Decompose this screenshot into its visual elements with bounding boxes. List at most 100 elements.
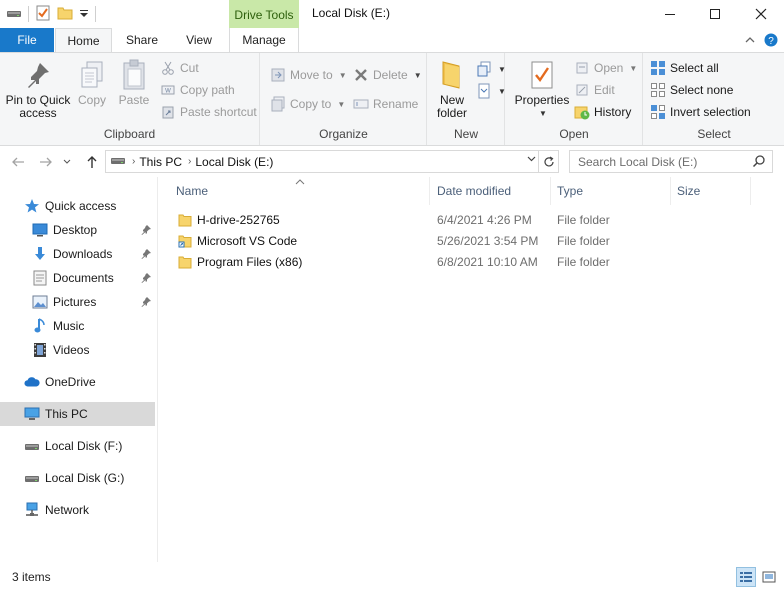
address-bar[interactable]: › This PC › Local Disk (E:) [105, 150, 559, 173]
file-date-modified: 6/8/2021 10:10 AM [437, 255, 538, 269]
new-folder-button[interactable]: New folder [432, 59, 472, 120]
pin-to-quick-access-button[interactable]: Pin to Quick access [4, 59, 72, 120]
invert-selection-button[interactable]: Invert selection [650, 102, 751, 122]
pin-icon[interactable] [141, 248, 151, 262]
table-row[interactable]: H-drive-252765 6/4/2021 4:26 PM File fol… [172, 210, 772, 231]
nav-item-videos[interactable]: Videos [0, 338, 155, 362]
computer-icon [24, 406, 40, 422]
chevron-up-icon [745, 37, 755, 43]
breadcrumb-separator-icon: › [132, 156, 136, 167]
paste-shortcut-icon [160, 104, 176, 120]
properties-button[interactable]: Properties ▼ [514, 59, 570, 120]
up-button[interactable] [82, 152, 102, 172]
tab-home[interactable]: Home [55, 28, 112, 53]
back-button[interactable] [8, 152, 28, 172]
select-none-label: Select none [670, 83, 734, 97]
open-label: Open [594, 61, 624, 75]
copy-button[interactable]: Copy [74, 59, 110, 107]
table-row[interactable]: Microsoft VS Code 5/26/2021 3:54 PM File… [172, 231, 772, 252]
nav-label: Downloads [53, 247, 113, 261]
nav-label: Quick access [45, 199, 117, 213]
paste-shortcut-button[interactable]: Paste shortcut [160, 102, 257, 122]
search-input[interactable]: Search Local Disk (E:) [569, 150, 773, 173]
minimize-button[interactable] [647, 0, 693, 28]
nav-item-pictures[interactable]: Pictures [0, 290, 155, 314]
breadcrumb-this-pc[interactable]: This PC [139, 155, 182, 169]
open-group: Properties ▼ Open ▼ Edit History Open [506, 53, 643, 145]
edit-button[interactable]: Edit [574, 80, 615, 100]
easy-access-button[interactable]: ▼ [476, 81, 506, 101]
nav-item-onedrive[interactable]: OneDrive [0, 370, 155, 394]
tab-view[interactable]: View [172, 28, 226, 52]
large-icons-view-button[interactable] [759, 567, 779, 587]
chevron-down-icon: ▼ [629, 63, 638, 73]
nav-item-downloads[interactable]: Downloads [0, 242, 155, 266]
drive-tools-header: Drive Tools [229, 0, 299, 28]
pin-icon[interactable] [141, 296, 151, 310]
maximize-button[interactable] [692, 0, 738, 28]
refresh-icon [543, 155, 554, 166]
column-header-type[interactable]: Type [551, 177, 671, 205]
nav-item-music[interactable]: Music [0, 314, 155, 338]
nav-item-local-disk-f[interactable]: Local Disk (F:) [0, 434, 155, 458]
breadcrumb-local-disk-e[interactable]: Local Disk (E:) [195, 155, 273, 169]
breadcrumb-separator-icon: › [188, 156, 192, 167]
tab-share[interactable]: Share [116, 28, 168, 52]
delete-button[interactable]: Delete ▼ [353, 65, 422, 85]
nav-item-local-disk-g[interactable]: Local Disk (G:) [0, 466, 155, 490]
navigation-pane: Quick access Desktop Downloads Documents [0, 177, 158, 562]
ribbon: Pin to Quick access Copy Paste Cut W Cop… [0, 52, 784, 146]
copy-path-button[interactable]: W Copy path [160, 80, 235, 100]
column-header-name[interactable]: Name [170, 177, 430, 205]
new-item-button[interactable]: ▼ [476, 59, 506, 79]
nav-label: Pictures [53, 295, 97, 309]
nav-label: This PC [45, 407, 88, 421]
customize-qat-icon[interactable] [79, 7, 89, 21]
cut-button[interactable]: Cut [160, 58, 199, 78]
nav-item-network[interactable]: Network [0, 498, 155, 522]
column-header-date-modified[interactable]: Date modified [431, 177, 551, 205]
refresh-button[interactable] [538, 151, 558, 172]
search-icon[interactable] [752, 154, 766, 171]
new-folder-label-line2: folder [436, 106, 468, 120]
details-view-button[interactable] [736, 567, 756, 587]
address-history-dropdown[interactable] [527, 154, 536, 164]
chevron-down-icon: ▼ [413, 70, 422, 80]
help-button[interactable]: ? [763, 32, 779, 48]
new-folder-icon[interactable] [57, 5, 73, 24]
drive-icon [24, 438, 40, 454]
select-all-button[interactable]: Select all [650, 58, 719, 78]
drive-icon [24, 470, 40, 486]
tab-file[interactable]: File [0, 28, 54, 52]
file-date-modified: 6/4/2021 4:26 PM [437, 213, 532, 227]
pin-icon[interactable] [141, 272, 151, 286]
forward-button[interactable] [36, 152, 56, 172]
nav-item-documents[interactable]: Documents [0, 266, 155, 290]
chevron-down-icon: ▼ [498, 64, 506, 74]
drive-icon[interactable] [6, 7, 22, 22]
nav-item-quick-access[interactable]: Quick access [0, 194, 155, 218]
history-button[interactable]: History [574, 102, 631, 122]
recent-locations-button[interactable] [60, 152, 74, 172]
film-icon [32, 342, 48, 358]
paste-button[interactable]: Paste [116, 59, 152, 107]
close-icon [755, 8, 767, 20]
organize-group: Move to ▼ Delete ▼ Copy to ▼ Rename Orga… [261, 53, 427, 145]
move-to-button[interactable]: Move to ▼ [270, 65, 347, 85]
collapse-ribbon-button[interactable] [742, 32, 758, 48]
copy-label: Copy [77, 93, 106, 107]
rename-button[interactable]: Rename [353, 94, 418, 114]
new-folder-icon [436, 59, 468, 91]
nav-item-this-pc[interactable]: This PC [0, 402, 155, 426]
copy-to-button[interactable]: Copy to ▼ [270, 94, 345, 114]
select-none-button[interactable]: Select none [650, 80, 733, 100]
minimize-icon [665, 14, 675, 15]
pin-icon[interactable] [141, 224, 151, 238]
column-header-size[interactable]: Size [671, 177, 751, 205]
tab-manage[interactable]: Manage [229, 28, 299, 52]
table-row[interactable]: Program Files (x86) 6/8/2021 10:10 AM Fi… [172, 252, 772, 273]
properties-check-icon[interactable] [35, 5, 51, 24]
nav-item-desktop[interactable]: Desktop [0, 218, 155, 242]
close-button[interactable] [738, 0, 784, 28]
open-button[interactable]: Open ▼ [574, 58, 637, 78]
